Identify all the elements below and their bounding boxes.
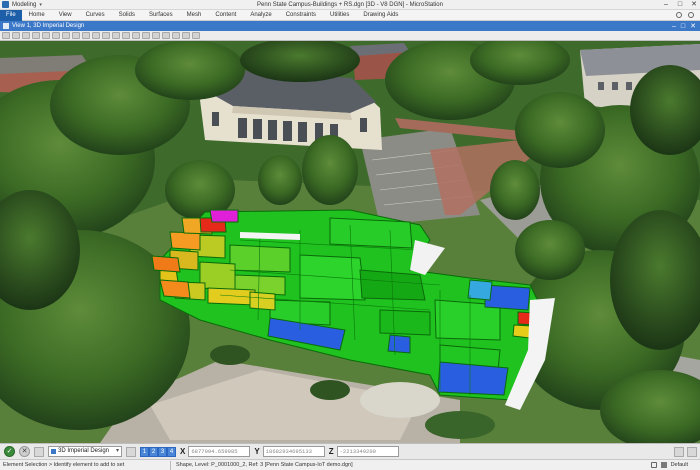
z-field[interactable]: -2213349200 xyxy=(336,446,399,457)
reset-button[interactable]: ✕ xyxy=(19,446,30,457)
tab-file[interactable]: File xyxy=(0,9,22,21)
view-icon xyxy=(3,23,9,29)
view-3-button[interactable]: 3 xyxy=(158,446,168,457)
camera-icon[interactable] xyxy=(122,32,130,39)
status-bar: Element Selection > Identify element to … xyxy=(0,459,700,470)
minimize-button[interactable]: – xyxy=(662,1,670,9)
pan-view-icon[interactable] xyxy=(82,32,90,39)
zoom-out-icon[interactable] xyxy=(42,32,50,39)
3d-viewport[interactable] xyxy=(0,41,700,443)
tab-home[interactable]: Home xyxy=(22,10,52,21)
tool-prompt: Element Selection > Identify element to … xyxy=(3,462,125,468)
x-field[interactable]: 6877094.659985 xyxy=(188,446,251,457)
tab-mesh[interactable]: Mesh xyxy=(180,10,209,21)
render-icon[interactable] xyxy=(152,32,160,39)
title-bar: Modeling ▾ Penn State Campus-Buildings +… xyxy=(0,0,700,10)
active-level[interactable]: Default xyxy=(671,462,688,468)
tab-curves[interactable]: Curves xyxy=(79,10,112,21)
window-area-icon[interactable] xyxy=(52,32,60,39)
y-field[interactable]: 18682934695133 xyxy=(262,446,325,457)
search-icon[interactable] xyxy=(676,12,682,18)
view-options-icon[interactable] xyxy=(182,32,190,39)
y-label: Y xyxy=(254,447,260,456)
view-attributes-icon[interactable] xyxy=(2,32,10,39)
view-title: View 1, 3D Imperial Design xyxy=(12,23,85,29)
view-toolbar xyxy=(0,31,700,41)
status-message: Shape, Level: P_0001000_2, Ref: 3 [Penn … xyxy=(176,462,353,468)
clip-mask-icon[interactable] xyxy=(142,32,150,39)
view-next-icon[interactable] xyxy=(102,32,110,39)
tab-analyze[interactable]: Analyze xyxy=(243,10,278,21)
z-coordinate: Z -2213349200 xyxy=(329,446,399,457)
tab-content[interactable]: Content xyxy=(208,10,243,21)
x-coordinate: X 6877094.659985 xyxy=(180,446,251,457)
view-previous-icon[interactable] xyxy=(92,32,100,39)
rotate-view-icon[interactable] xyxy=(72,32,80,39)
reality-mesh-scene xyxy=(0,41,700,443)
window-title: Penn State Campus-Buildings + RS.dgn [3D… xyxy=(257,2,443,8)
x-label: X xyxy=(180,447,186,456)
y-coordinate: Y 18682934695133 xyxy=(254,446,325,457)
view-settings-icon[interactable] xyxy=(162,32,170,39)
accept-button[interactable]: ✓ xyxy=(4,446,15,457)
view-1-button[interactable]: 1 xyxy=(140,446,150,457)
lock-icon[interactable] xyxy=(650,462,657,468)
z-label: Z xyxy=(328,447,334,456)
tab-solids[interactable]: Solids xyxy=(112,10,142,21)
view-control-bar: ✓ ✕ 3D Imperial Design 1 2 3 4 X 6877094… xyxy=(0,443,700,459)
active-level-swatch-icon xyxy=(660,462,667,468)
view-close-button[interactable]: ✕ xyxy=(690,22,696,31)
view-number-buttons: 1 2 3 4 xyxy=(140,446,177,457)
close-button[interactable]: ✕ xyxy=(690,1,698,9)
lock-icon[interactable] xyxy=(687,446,697,457)
tab-drawing-aids[interactable]: Drawing Aids xyxy=(356,10,405,21)
maximize-button[interactable]: □ xyxy=(676,1,684,9)
update-view-icon[interactable] xyxy=(22,32,30,39)
walk-icon[interactable] xyxy=(112,32,120,39)
zoom-in-icon[interactable] xyxy=(32,32,40,39)
view-icon[interactable] xyxy=(126,446,137,457)
tab-surfaces[interactable]: Surfaces xyxy=(142,10,180,21)
fit-view-icon[interactable] xyxy=(62,32,70,39)
clip-volume-icon[interactable] xyxy=(132,32,140,39)
tab-view[interactable]: View xyxy=(52,10,79,21)
view-group-select[interactable]: 3D Imperial Design xyxy=(48,446,123,457)
ribbon-tabs: File Home View Curves Solids Surfaces Me… xyxy=(0,9,700,21)
view-2-button[interactable]: 2 xyxy=(149,446,159,457)
tab-utilities[interactable]: Utilities xyxy=(323,10,356,21)
toggle-display-icon[interactable] xyxy=(172,32,180,39)
display-style-icon[interactable] xyxy=(12,32,20,39)
toolbar-more-icon[interactable] xyxy=(192,32,200,39)
help-icon[interactable] xyxy=(688,12,694,18)
view-group-icon[interactable] xyxy=(34,446,44,457)
view-4-button[interactable]: 4 xyxy=(167,446,177,457)
accudraw-icon[interactable] xyxy=(674,446,684,457)
view-title-bar: View 1, 3D Imperial Design – □ ✕ xyxy=(0,21,700,31)
view-minimize-button[interactable]: – xyxy=(672,22,676,31)
tab-constraints[interactable]: Constraints xyxy=(279,10,323,21)
view-maximize-button[interactable]: □ xyxy=(681,22,685,31)
